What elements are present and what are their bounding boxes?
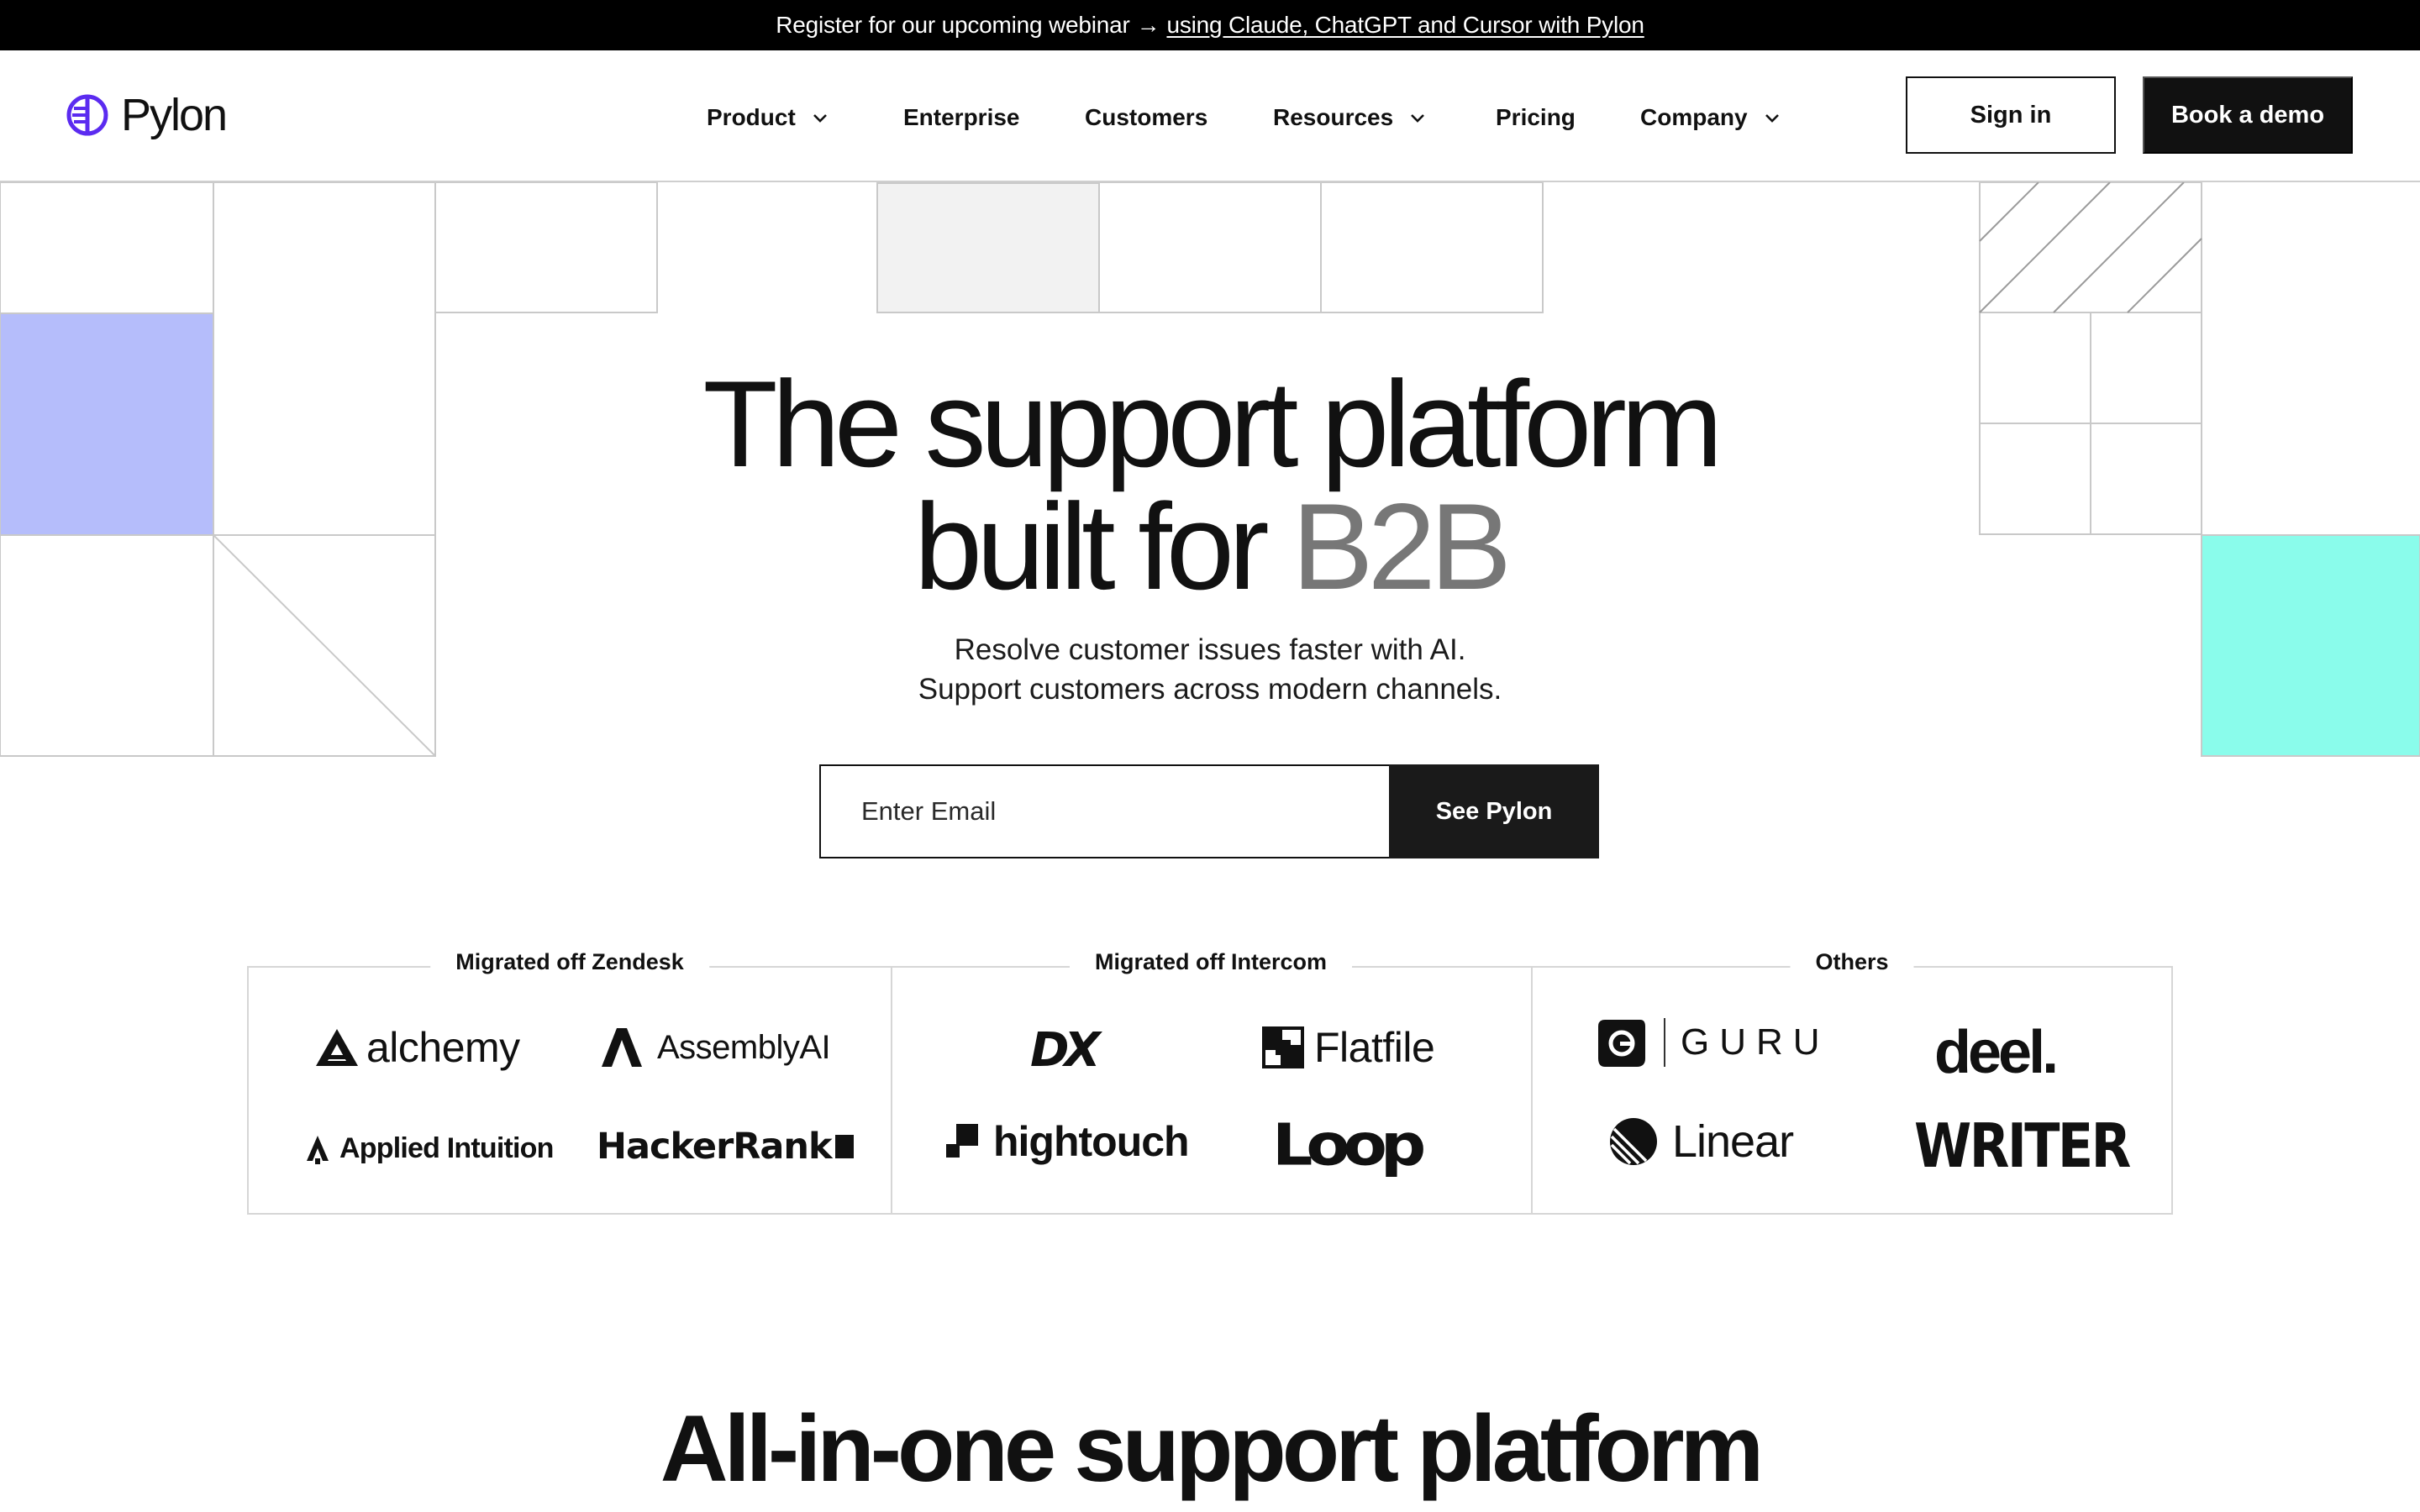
group-divider [1531, 966, 1533, 1215]
hero-title: The support platform built for B2B [454, 363, 1966, 608]
grid-cell [0, 182, 214, 314]
group-label-zendesk: Migrated off Zendesk [430, 949, 709, 975]
logo-hackerrank: HackerRank [597, 1126, 854, 1168]
hero-title-accent: B2B [1292, 478, 1512, 615]
logo-loop: Loop [1272, 1107, 1426, 1182]
grid-cell-gray [876, 182, 1100, 313]
guru-icon [1598, 1020, 1645, 1067]
webinar-link[interactable]: using Claude, ChatGPT and Cursor with Py… [1166, 12, 1644, 39]
logo-text: WRITER [1914, 1110, 2131, 1181]
assemblyai-icon [602, 1028, 642, 1067]
hero-title-line2: built for [913, 478, 1292, 615]
grid-cell [2090, 312, 2202, 424]
linear-icon [1610, 1118, 1657, 1165]
logo-linear: Linear [1608, 1116, 1794, 1168]
nav-item-label: Customers [1085, 104, 1208, 130]
flatfile-icon [1262, 1026, 1304, 1068]
nav-item-pricing[interactable]: Pricing [1496, 101, 1576, 134]
grid-cell [1098, 182, 1322, 313]
grid-cell-hatched [1979, 182, 2202, 313]
logo-text: GURU [1681, 1021, 1830, 1063]
nav-item-company[interactable]: Company [1640, 101, 1781, 134]
logo-text: Linear [1672, 1116, 1794, 1167]
logo-text: Applied Intuition [339, 1132, 554, 1164]
section-title: All-in-one support platform [660, 1396, 1764, 1501]
logo-text: deel. [1934, 1019, 2059, 1086]
grid-cell [434, 182, 658, 313]
nav-item-label: Company [1640, 104, 1748, 130]
grid-cell [1979, 423, 2091, 535]
nav-item-label: Pricing [1496, 104, 1576, 130]
logo-hightouch: hightouch [946, 1117, 1190, 1166]
logo-guru: GURU [1597, 1016, 1830, 1068]
arrow-right-icon: → [1136, 12, 1160, 38]
logo-text: HackerRank [597, 1126, 833, 1168]
chevron-down-icon [813, 114, 827, 123]
guru-divider [1664, 1018, 1665, 1067]
grid-diagonal [213, 534, 436, 757]
announcement-bar: Register for our upcoming webinar → usin… [0, 0, 2420, 50]
hero-subtitle-line1: Resolve customer issues faster with AI. [954, 633, 1466, 666]
logo-flatfile: Flatfile [1262, 1023, 1435, 1072]
logo-dx: DX [1030, 1023, 1101, 1078]
logo-assemblyai: AssemblyAI [598, 1026, 831, 1068]
grid-cell [1979, 312, 2091, 424]
nav-item-label: Resources [1273, 104, 1394, 130]
hero-title-line1: The support platform [702, 355, 1723, 492]
sign-in-button[interactable]: Sign in [1906, 76, 2116, 154]
grid-cell [213, 182, 436, 536]
nav-item-enterprise[interactable]: Enterprise [903, 101, 1020, 134]
site-header: Pylon Product Enterprise Customers Resou… [0, 50, 2420, 182]
grid-cell [2090, 423, 2202, 535]
email-signup-form: See Pylon [819, 764, 1599, 858]
group-label-intercom: Migrated off Intercom [1069, 949, 1353, 975]
alchemy-icon [316, 1029, 358, 1066]
hero-subtitle: Resolve customer issues faster with AI. … [706, 630, 1714, 709]
grid-cell-lavender [0, 312, 214, 536]
nav-item-resources[interactable]: Resources [1273, 101, 1427, 134]
customer-logos: Migrated off Zendesk Migrated off Interc… [247, 949, 2173, 1215]
chevron-down-icon [1765, 114, 1779, 123]
hightouch-icon [946, 1124, 978, 1158]
announcement-text: Register for our upcoming webinar [776, 12, 1130, 38]
hackerrank-square-icon [834, 1135, 854, 1158]
book-demo-button[interactable]: Book a demo [2143, 76, 2353, 154]
email-input[interactable] [819, 764, 1389, 858]
grid-cell-mint [2201, 534, 2420, 757]
logo-writer: WRITER [1914, 1110, 2164, 1181]
chevron-down-icon [1411, 114, 1425, 123]
nav-item-customers[interactable]: Customers [1085, 101, 1207, 134]
group-divider [891, 966, 892, 1215]
logo-applied-intuition: Applied Intuition [304, 1132, 554, 1165]
nav-item-product[interactable]: Product [707, 101, 829, 134]
logo-alchemy: alchemy [314, 1023, 520, 1072]
group-label-others: Others [1790, 949, 1914, 975]
nav-item-label: Enterprise [903, 104, 1020, 130]
applied-intuition-icon [307, 1135, 329, 1164]
logo-text: hightouch [993, 1118, 1190, 1165]
logo-deel: deel. [1934, 1018, 2059, 1087]
logo-text: DX [1030, 1023, 1101, 1078]
nav-item-label: Product [707, 104, 796, 130]
grid-cell [1320, 182, 1544, 313]
hero-subtitle-line2: Support customers across modern channels… [918, 673, 1502, 706]
logo-text: AssemblyAI [657, 1028, 831, 1066]
logo-text: alchemy [366, 1024, 520, 1071]
logo-text: Loop [1272, 1110, 1426, 1179]
see-pylon-button[interactable]: See Pylon [1389, 764, 1599, 858]
grid-cell [0, 534, 214, 757]
logo-text: Flatfile [1314, 1024, 1435, 1071]
